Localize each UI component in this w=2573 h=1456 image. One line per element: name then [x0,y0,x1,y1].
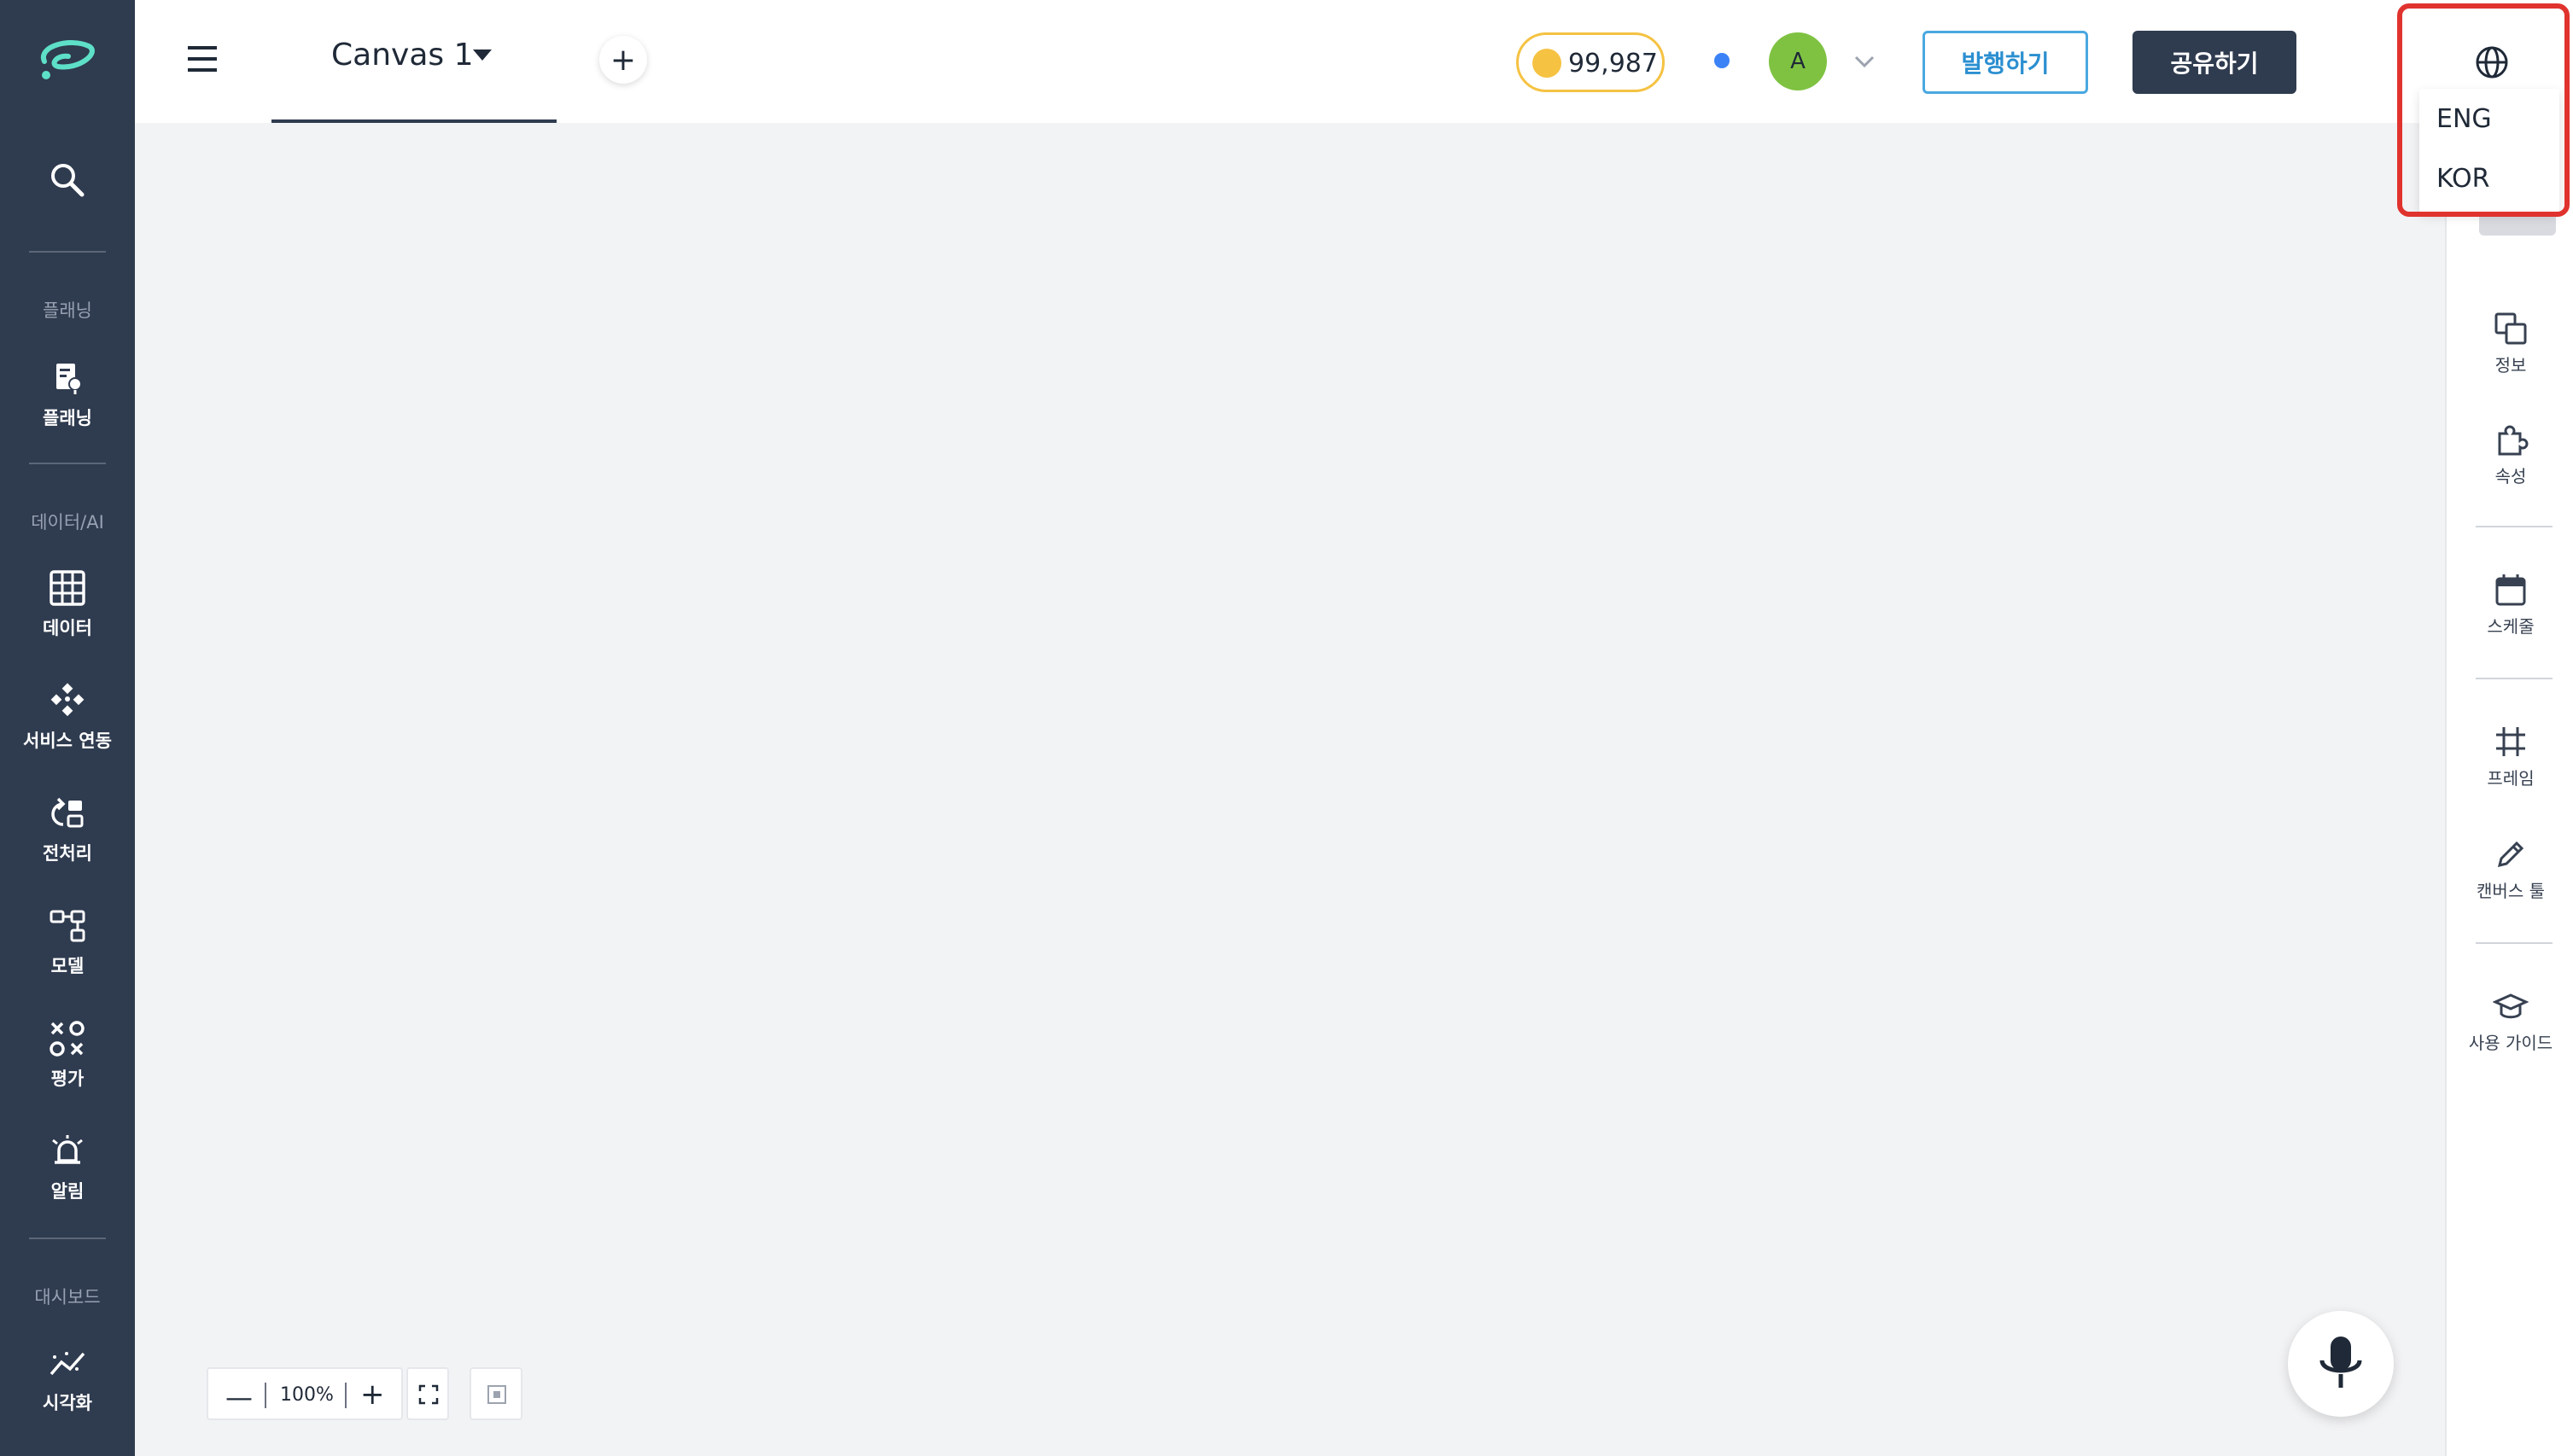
sidebar-divider [29,1238,106,1239]
caret-down-icon[interactable] [473,50,492,61]
status-dot [1714,53,1730,68]
evaluate-icon [50,1021,85,1057]
sidebar-item-alarm[interactable]: 알림 [0,1132,135,1226]
zoom-controls: — 100% + [207,1367,403,1420]
sidebar-item-model[interactable]: 모델 [0,906,135,1000]
sidebar-item-evaluate[interactable]: 평가 [0,1019,135,1113]
coin-icon [1532,49,1561,78]
sidebar-item-preprocess[interactable]: 전처리 [0,794,135,888]
menu-icon[interactable] [186,43,219,75]
panel-divider [2476,942,2553,944]
right-item-frame[interactable]: 프레임 [2447,724,2573,789]
sidebar-item-label: 플래닝 [43,408,92,428]
planning-icon [56,364,82,394]
coin-balance: 99,987 [1516,32,1665,92]
right-item-schedule[interactable]: 스케줄 [2447,572,2573,638]
right-item-label: 스케줄 [2487,616,2535,637]
sidebar-divider [29,251,106,253]
add-tab-button[interactable]: + [599,36,647,84]
plus-icon: + [610,42,637,78]
sidebar-item-label: 모델 [50,956,85,976]
sidebar-divider [29,463,106,464]
graduation-cap-icon [2493,993,2529,1019]
search-icon[interactable] [48,160,85,198]
left-sidebar: 플래닝 플래닝 데이터/AI 데이터 서비스 연동 전처리 모델 평가 알림 대… [0,0,135,1456]
alarm-icon [52,1135,83,1164]
puzzle-icon [2498,425,2529,456]
sidebar-item-label: 알림 [50,1181,85,1202]
right-item-label: 캔버스 툴 [2477,881,2545,901]
sidebar-item-data[interactable]: 데이터 [0,568,135,662]
sidebar-item-label: 평가 [50,1069,85,1089]
right-panel: 정보 속성 스케줄 프레임 캔버스 툴 사용 가이드 [2445,123,2573,1456]
right-item-label: 속성 [2494,466,2527,486]
panel-divider [2476,678,2553,679]
zoom-separator [265,1383,266,1408]
sidebar-item-label: 데이터 [43,618,92,638]
highlight-box [2397,3,2570,217]
sidebar-item-label: 시각화 [43,1393,92,1413]
minimap-icon [487,1385,506,1404]
section-label-dashboard: 대시보드 [34,1287,101,1307]
sidebar-item-integration[interactable]: 서비스 연동 [0,681,135,775]
model-icon [50,910,85,942]
section-label-data-ai: 데이터/AI [31,512,104,533]
coin-value: 99,987 [1568,49,1658,79]
panel-divider [2476,526,2553,527]
chevron-down-icon[interactable] [1852,50,1876,73]
frame-icon [2496,727,2525,756]
sidebar-item-visualize[interactable]: 시각화 [0,1343,135,1437]
preprocess-icon [51,797,84,828]
tab-label: Canvas 1 [331,38,474,73]
sidebar-item-label: 서비스 연동 [23,731,112,751]
right-item-label: 프레임 [2487,768,2535,789]
zoom-in-button[interactable]: + [360,1377,385,1412]
right-item-label: 사용 가이드 [2468,1033,2553,1053]
fit-to-screen-button[interactable] [406,1367,449,1420]
avatar-initial: A [1790,49,1806,74]
tab-canvas-1[interactable]: Canvas 1 [271,0,557,123]
microphone-icon [2319,1337,2362,1388]
info-icon [2494,312,2527,345]
voice-input-button[interactable] [2288,1311,2394,1417]
publish-button[interactable]: 발행하기 [1922,31,2088,94]
calendar-icon [2495,574,2526,606]
app-logo-icon[interactable] [36,32,99,84]
minimap-button[interactable] [470,1367,522,1420]
right-item-info[interactable]: 정보 [2447,311,2573,376]
avatar[interactable]: A [1769,32,1827,90]
section-label-planning: 플래닝 [43,300,92,321]
integration-icon [50,683,85,717]
sidebar-item-label: 전처리 [43,843,92,864]
right-item-canvas-tool[interactable]: 캔버스 툴 [2447,836,2573,902]
pencil-icon [2497,841,2524,868]
share-button[interactable]: 공유하기 [2132,31,2296,94]
chart-icon [50,1352,85,1376]
sidebar-item-planning[interactable]: 플래닝 [0,358,135,452]
zoom-separator [345,1383,347,1408]
expand-icon [418,1384,439,1405]
zoom-out-button[interactable]: — [225,1381,253,1413]
right-item-properties[interactable]: 속성 [2447,422,2573,487]
grid-icon [50,570,85,606]
right-item-label: 정보 [2494,355,2527,376]
zoom-level: 100% [280,1384,334,1406]
right-item-user-guide[interactable]: 사용 가이드 [2447,988,2573,1054]
